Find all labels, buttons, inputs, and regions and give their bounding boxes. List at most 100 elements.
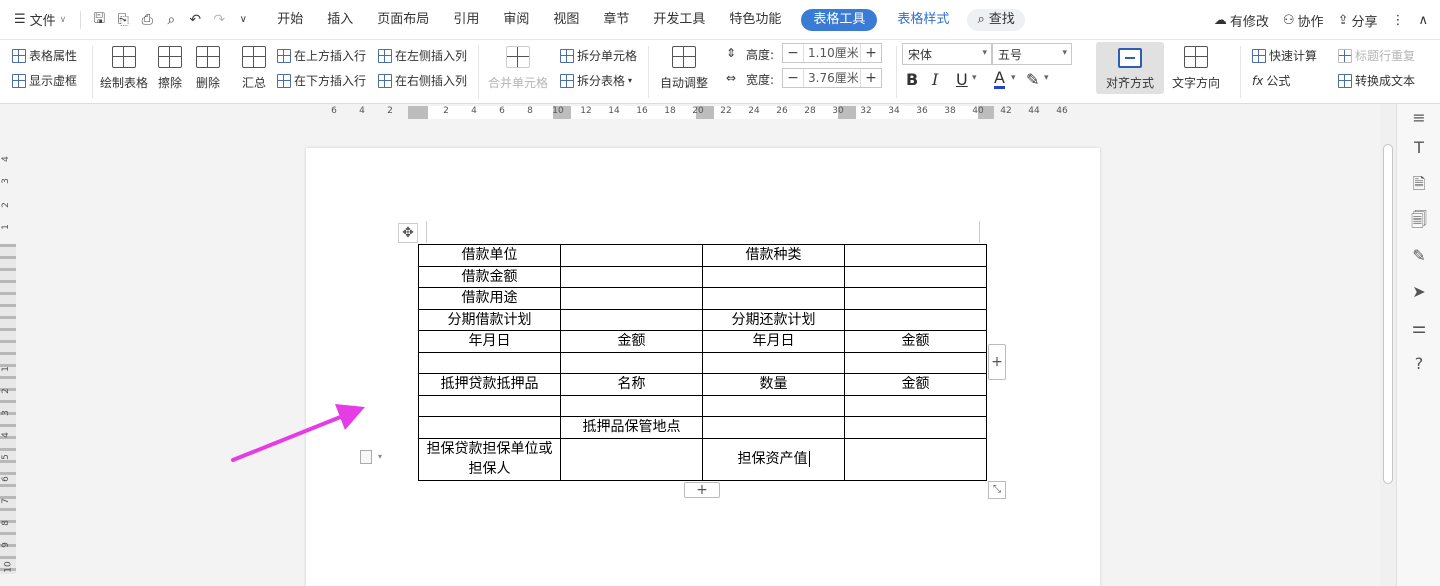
show-grid-button[interactable]: 显示虚框 xyxy=(12,72,77,89)
undo-icon[interactable]: ↶ xyxy=(183,8,207,32)
vertical-scrollbar[interactable] xyxy=(1380,104,1396,586)
chevron-down-icon[interactable]: ▾ xyxy=(1011,73,1016,83)
table-cell[interactable]: 借款金额 xyxy=(418,265,561,288)
insert-right-button[interactable]: 在右侧插入列 xyxy=(378,72,467,89)
table-cell[interactable]: 分期借款计划 xyxy=(418,308,561,331)
table-cell[interactable]: 担保资产值 xyxy=(702,437,845,481)
minus-icon[interactable]: − xyxy=(783,70,803,86)
quick-access-more-icon[interactable]: ∨ xyxy=(231,8,255,32)
table-cell[interactable] xyxy=(844,416,987,439)
select-cursor-icon[interactable]: ➤ xyxy=(1409,282,1429,302)
table-cell[interactable] xyxy=(702,394,845,417)
plus-icon[interactable]: + xyxy=(861,45,881,61)
table-cell[interactable] xyxy=(702,351,845,374)
pen-icon[interactable]: ✎ xyxy=(1409,246,1429,266)
sliders-icon[interactable]: ⚌ xyxy=(1409,318,1429,338)
table-cell[interactable] xyxy=(844,437,987,481)
table-cell[interactable]: 抵押品保管地点 xyxy=(560,416,703,439)
chevron-down-icon[interactable]: ▾ xyxy=(972,73,977,83)
minus-icon[interactable]: − xyxy=(783,45,803,61)
highlight-icon[interactable]: ✎ xyxy=(1026,70,1039,89)
table-cell[interactable]: 分期还款计划 xyxy=(702,308,845,331)
text-direction-button[interactable]: 文字方向 xyxy=(1172,46,1220,91)
font-color-button[interactable]: A xyxy=(994,70,1005,89)
width-value[interactable]: 3.76厘米 xyxy=(803,69,861,87)
height-stepper[interactable]: − 1.10厘米 + xyxy=(782,43,882,63)
loan-table[interactable]: 借款单位 借款种类 借款金额 借款用途 分期借款计划 分期还款计划 年月日 金额 年月日 金额 抵押… xyxy=(418,244,987,481)
print-icon[interactable]: ⎙ xyxy=(135,8,159,32)
font-name-select[interactable]: 宋体 ▾ xyxy=(902,43,992,65)
table-cell[interactable] xyxy=(560,351,703,374)
table-cell[interactable]: 金额 xyxy=(560,330,703,353)
search-button[interactable]: ⌕ 查找 xyxy=(967,8,1025,31)
split-cells-button[interactable]: 拆分单元格 xyxy=(560,47,637,64)
table-cell[interactable] xyxy=(702,287,845,310)
add-column-icon[interactable]: + xyxy=(988,344,1006,380)
table-cell[interactable] xyxy=(844,287,987,310)
collab-button[interactable]: ⚇ 协作 xyxy=(1283,11,1324,30)
split-table-button[interactable]: 拆分表格 ▾ xyxy=(560,72,632,89)
summary-button[interactable]: 汇总 xyxy=(242,46,266,91)
tab-section[interactable]: 章节 xyxy=(591,0,641,40)
italic-button[interactable]: I xyxy=(932,70,938,89)
table-cell[interactable]: 担保贷款担保单位或担保人 xyxy=(418,437,561,481)
font-size-select[interactable]: 五号 ▾ xyxy=(992,43,1072,65)
table-cell[interactable]: 数量 xyxy=(702,373,845,396)
height-value[interactable]: 1.10厘米 xyxy=(803,44,861,62)
help-icon[interactable]: ? xyxy=(1409,354,1429,374)
save-icon[interactable]: 🖫 xyxy=(87,8,111,32)
table-cell[interactable]: 年月日 xyxy=(418,330,561,353)
insert-below-button[interactable]: 在下方插入行 xyxy=(277,72,366,89)
align-button[interactable]: 对齐方式 xyxy=(1096,42,1164,94)
table-cell[interactable] xyxy=(844,394,987,417)
more-icon[interactable]: ⋮ xyxy=(1391,13,1404,28)
table-cell[interactable]: 借款单位 xyxy=(418,244,561,267)
chevron-down-icon[interactable]: ▾ xyxy=(378,452,382,461)
table-cell[interactable] xyxy=(844,244,987,267)
table-cell[interactable]: 年月日 xyxy=(702,330,845,353)
move-icon[interactable]: ✥ xyxy=(398,223,418,243)
scrollbar-thumb[interactable] xyxy=(1383,144,1393,484)
merge-cells-button[interactable]: 合并单元格 xyxy=(488,46,548,91)
convert-to-text-button[interactable]: 转换成文本 xyxy=(1338,72,1415,89)
table-cell[interactable] xyxy=(702,265,845,288)
print-preview-icon[interactable]: ⌕ xyxy=(159,8,183,32)
table-cell[interactable] xyxy=(560,394,703,417)
chevron-down-icon[interactable]: ▾ xyxy=(1044,73,1049,83)
auto-fit-button[interactable]: 自动调整 xyxy=(660,46,708,91)
tab-developer[interactable]: 开发工具 xyxy=(641,0,717,40)
horizontal-ruler[interactable]: 6 4 2 2 4 6 8 10 12 14 16 18 20 22 24 26 28 30 32 34 36 38 40 4… xyxy=(0,104,1380,120)
file-menu[interactable]: ☰ 文件 ∨ xyxy=(0,0,74,40)
table-cell[interactable] xyxy=(702,416,845,439)
table-cell[interactable] xyxy=(560,437,703,481)
tab-insert[interactable]: 插入 xyxy=(315,0,365,40)
erase-button[interactable]: 擦除 xyxy=(158,46,182,91)
table-cell[interactable]: 借款用途 xyxy=(418,287,561,310)
text-style-icon[interactable]: T xyxy=(1409,138,1429,158)
tab-features[interactable]: 特色功能 xyxy=(717,0,793,40)
document-check-icon[interactable]: 🗎 xyxy=(1409,174,1429,194)
table-cell[interactable] xyxy=(560,244,703,267)
menu-lines-icon[interactable]: ≡ xyxy=(1409,108,1429,128)
tab-page-layout[interactable]: 页面布局 xyxy=(365,0,441,40)
insert-above-button[interactable]: 在上方插入行 xyxy=(277,47,366,64)
table-cell[interactable] xyxy=(844,308,987,331)
table-cell[interactable] xyxy=(418,394,561,417)
redo-icon[interactable]: ↷ xyxy=(207,8,231,32)
insert-left-button[interactable]: 在左侧插入列 xyxy=(378,47,467,64)
table-cell[interactable] xyxy=(560,265,703,288)
draw-table-button[interactable]: 绘制表格 xyxy=(100,46,148,91)
table-cell[interactable]: 名称 xyxy=(560,373,703,396)
table-cell[interactable]: 金额 xyxy=(844,330,987,353)
tab-home[interactable]: 开始 xyxy=(265,0,315,40)
add-row-icon[interactable]: + xyxy=(684,482,720,498)
table-cell[interactable] xyxy=(560,308,703,331)
format-painter-icon[interactable]: ⎘ xyxy=(111,8,135,32)
formula-button[interactable]: fx 公式 xyxy=(1252,72,1290,89)
table-cell[interactable] xyxy=(844,351,987,374)
repeat-header-button[interactable]: 标题行重复 xyxy=(1338,47,1415,64)
collapse-ribbon-icon[interactable]: ∧ xyxy=(1418,13,1428,28)
vertical-ruler[interactable]: 4 3 2 1 1 2 3 4 5 6 7 8 9 10 xyxy=(0,104,16,586)
resize-icon[interactable]: ⤡ xyxy=(988,481,1006,499)
modified-button[interactable]: ☁ 有修改 xyxy=(1214,11,1269,30)
